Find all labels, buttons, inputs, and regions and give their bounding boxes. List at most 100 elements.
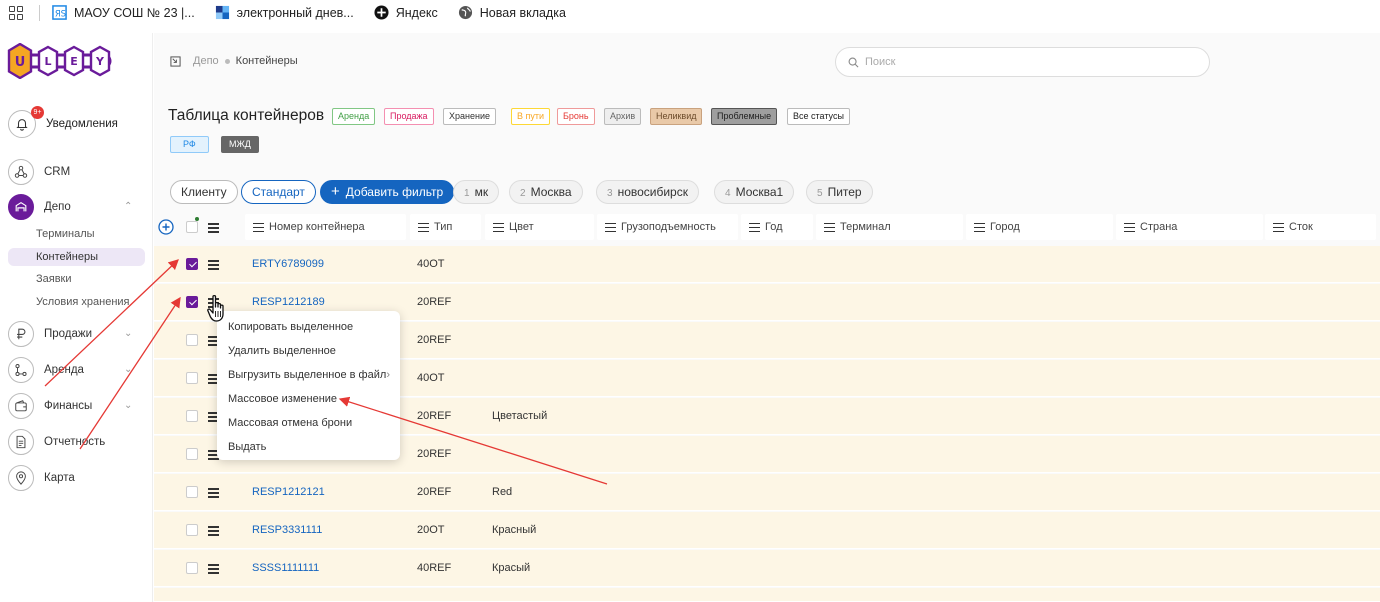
sidebar-item-notifications[interactable]: 9+ Уведомления [8, 106, 118, 138]
uley-logo[interactable]: U L E Y [6, 43, 120, 79]
menu-item-delete-selected[interactable]: Удалить выделенное [217, 339, 400, 363]
row-checkbox[interactable] [186, 562, 198, 574]
sidebar-item-label: CRM [44, 166, 71, 178]
column-menu-icon[interactable] [418, 222, 429, 232]
menu-icon[interactable] [208, 223, 219, 233]
container-number-link[interactable]: ERTY6789099 [252, 246, 324, 282]
collapse-sidebar-icon[interactable] [170, 55, 181, 67]
table-row[interactable]: RESP3331111 20OT Красный [154, 512, 1380, 549]
row-checkbox[interactable] [186, 486, 198, 498]
column-menu-icon[interactable] [493, 222, 504, 232]
column-header[interactable]: Страна [1116, 214, 1263, 240]
container-number-link[interactable]: RESP1212121 [252, 474, 325, 510]
chevron-up-icon[interactable]: ⌃ [124, 201, 132, 212]
add-column-icon[interactable] [158, 219, 174, 235]
row-checkbox[interactable] [186, 372, 198, 384]
saved-filter[interactable]: 1 мк [453, 180, 500, 204]
table-row[interactable] [154, 588, 1380, 602]
saved-filter[interactable]: 2 Москва [509, 180, 583, 204]
sidebar-sub-containers[interactable]: Контейнеры [8, 248, 145, 266]
column-menu-icon[interactable] [749, 222, 760, 232]
filter-standard[interactable]: Стандарт [241, 180, 316, 204]
sidebar-item-crm[interactable]: CRM [8, 159, 70, 185]
row-checkbox[interactable] [186, 334, 198, 346]
column-menu-icon[interactable] [253, 222, 264, 232]
bookmark-school[interactable]: ЯS МАОУ СОШ № 23 |... [52, 5, 195, 20]
column-header[interactable]: Грузоподъемность [597, 214, 738, 240]
sidebar-item-sales[interactable]: Продажи [8, 321, 92, 347]
container-number-link[interactable]: SSSS1111111 [252, 550, 319, 586]
sidebar-item-finance[interactable]: Финансы [8, 393, 92, 419]
row-checkbox[interactable] [186, 448, 198, 460]
svg-text:Y: Y [95, 55, 105, 68]
select-all-checkbox[interactable] [186, 221, 198, 233]
bookmark-new-tab[interactable]: Новая вкладка [458, 5, 566, 20]
sidebar-item-depot[interactable]: Депо [8, 194, 71, 220]
column-label: Сток [1289, 221, 1313, 233]
sidebar-item-reports[interactable]: Отчетность [8, 429, 105, 455]
saved-filter[interactable]: 5 Питер [806, 180, 873, 204]
column-header[interactable]: Год [741, 214, 813, 240]
column-menu-icon[interactable] [1124, 222, 1135, 232]
tag-sale[interactable]: Продажа [384, 108, 434, 125]
tag-in-transit[interactable]: В пути [511, 108, 551, 125]
chevron-down-icon[interactable]: ⌄ [124, 400, 132, 411]
menu-item-issue[interactable]: Выдать [217, 435, 400, 459]
row-checkbox[interactable] [186, 296, 198, 308]
tag-region-rf[interactable]: РФ [170, 136, 209, 153]
sidebar-sub-terminals[interactable]: Терминалы [36, 228, 95, 240]
menu-item-copy-selected[interactable]: Копировать выделенное [217, 315, 400, 339]
chevron-down-icon[interactable]: ⌄ [124, 328, 132, 339]
column-menu-icon[interactable] [824, 222, 835, 232]
menu-item-export-selected[interactable]: Выгрузить выделенное в файл › [217, 363, 400, 387]
column-header[interactable]: Сток [1265, 214, 1376, 240]
tag-region-mzhd[interactable]: МЖД [221, 136, 259, 153]
filter-by-client[interactable]: Клиенту [170, 180, 238, 204]
row-menu-icon[interactable] [208, 488, 219, 498]
sidebar-item-label: Уведомления [46, 118, 118, 130]
tag-storage[interactable]: Хранение [443, 108, 496, 125]
row-checkbox[interactable] [186, 524, 198, 536]
tag-problematic[interactable]: Проблемные [711, 108, 778, 125]
row-checkbox[interactable] [186, 258, 198, 270]
tag-rent[interactable]: Аренда [332, 108, 376, 125]
sidebar-sub-requests[interactable]: Заявки [36, 273, 72, 285]
search-input[interactable]: Поиск [835, 47, 1210, 77]
table-row[interactable]: RESP1212121 20REF Red [154, 474, 1380, 511]
hand-cursor-icon [207, 294, 224, 322]
row-menu-icon[interactable] [208, 526, 219, 536]
row-menu-icon[interactable] [208, 564, 219, 574]
tag-all-statuses[interactable]: Все статусы [787, 108, 850, 125]
row-checkbox[interactable] [186, 410, 198, 422]
add-filter-button[interactable]: + Добавить фильтр [320, 180, 455, 204]
sidebar-sub-storage-conditions[interactable]: Условия хранения [36, 296, 130, 308]
column-header[interactable]: Терминал [816, 214, 963, 240]
table-row[interactable]: SSSS1111111 40REF Красый [154, 550, 1380, 587]
breadcrumb-parent[interactable]: Депо [193, 55, 219, 67]
chevron-down-icon[interactable]: ⌄ [124, 364, 132, 375]
breadcrumb-separator [224, 58, 230, 64]
table-row[interactable]: ERTY6789099 40OT [154, 246, 1380, 283]
column-header[interactable]: Тип [410, 214, 481, 240]
column-header[interactable]: Город [966, 214, 1113, 240]
row-menu-icon[interactable] [208, 260, 219, 270]
column-menu-icon[interactable] [1273, 222, 1284, 232]
wallet-icon [8, 393, 34, 419]
menu-item-bulk-cancel-booking[interactable]: Массовая отмена брони [217, 411, 400, 435]
saved-filter[interactable]: 3 новосибирск [596, 180, 699, 204]
column-menu-icon[interactable] [974, 222, 985, 232]
bookmark-diary[interactable]: электронный днев... [215, 5, 354, 20]
column-menu-icon[interactable] [605, 222, 616, 232]
tag-booking[interactable]: Бронь [557, 108, 595, 125]
column-header[interactable]: Номер контейнера [245, 214, 406, 240]
bookmark-yandex[interactable]: Яндекс [374, 5, 438, 20]
tag-archive[interactable]: Архив [604, 108, 642, 125]
container-number-link[interactable]: RESP3331111 [252, 512, 322, 548]
tag-illiquid[interactable]: Неликвид [650, 108, 703, 125]
column-header[interactable]: Цвет [485, 214, 594, 240]
menu-item-bulk-edit[interactable]: Массовое изменение [217, 387, 400, 411]
saved-filter[interactable]: 4 Москва1 [714, 180, 795, 204]
sidebar-item-map[interactable]: Карта [8, 465, 75, 491]
sidebar-item-rent[interactable]: Аренда [8, 357, 84, 383]
apps-grid-icon[interactable] [9, 5, 23, 20]
